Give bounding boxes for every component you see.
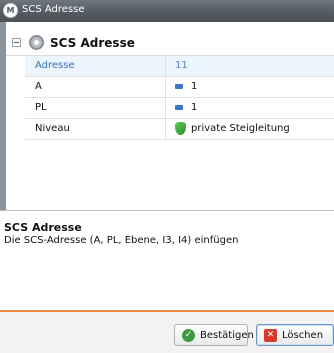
property-value[interactable]: 1 [191,102,197,113]
property-row-adresse[interactable]: Adresse 11 [25,56,334,77]
description-text: Die SCS-Adresse (A, PL, Ebene, I3, I4) e… [4,235,239,246]
property-label: Niveau [35,123,70,134]
window-title: SCS Adresse [22,4,85,15]
property-grid: SCS Adresse Adresse 11 A 1 PL 1 Niveau p… [6,31,334,223]
column-divider [165,56,166,76]
title-bar: M SCS Adresse [0,0,334,22]
dialog-body: SCS Adresse Adresse 11 A 1 PL 1 Niveau p… [0,22,334,353]
app-icon: M [3,3,18,18]
delete-icon: ✕ [264,329,277,342]
delete-button[interactable]: ✕ Löschen [256,324,334,346]
property-row-a[interactable]: A 1 [25,77,334,98]
gear-icon [29,35,44,50]
collapse-icon[interactable] [12,38,21,47]
property-label: Adresse [35,60,75,71]
shield-icon [175,122,186,135]
group-title: SCS Adresse [50,36,135,50]
property-label: PL [35,102,47,113]
delete-button-label: Löschen [282,330,324,341]
column-divider [165,119,166,139]
property-row-niveau[interactable]: Niveau private Steigleitung [25,119,334,140]
description-title: SCS Adresse [4,221,82,234]
property-label: A [35,81,42,92]
confirm-button-label: Bestätigen [200,330,254,341]
description-panel: SCS Adresse Die SCS-Adresse (A, PL, Eben… [0,210,334,311]
property-row-pl[interactable]: PL 1 [25,98,334,119]
column-divider [165,98,166,118]
group-header[interactable]: SCS Adresse [6,31,334,56]
property-value[interactable]: private Steigleitung [191,123,290,134]
button-bar: ✓ Bestätigen ✕ Löschen [0,310,334,353]
property-value[interactable]: 1 [191,81,197,92]
confirm-button[interactable]: ✓ Bestätigen [174,324,254,346]
property-value[interactable]: 11 [175,60,188,71]
number-icon [175,105,183,110]
property-rows: Adresse 11 A 1 PL 1 Niveau private Steig… [25,56,334,140]
column-divider [165,77,166,97]
number-icon [175,84,183,89]
check-icon: ✓ [182,329,195,342]
